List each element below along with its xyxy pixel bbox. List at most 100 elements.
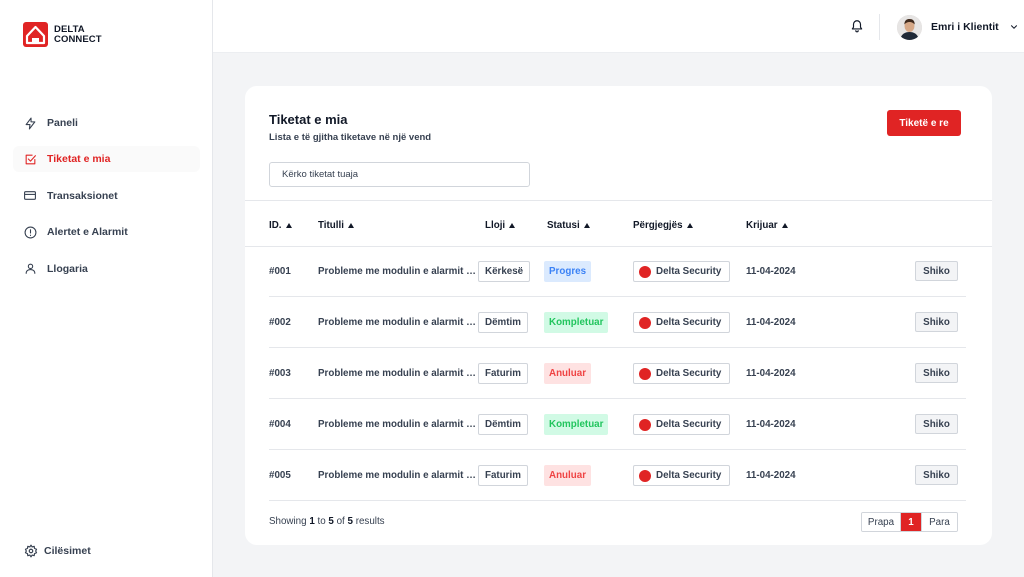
column-header-created[interactable]: Krijuar [746,220,788,231]
ticket-type: Faturim [478,465,528,486]
sort-up-icon [781,223,788,228]
pagination: Prapa 1 Para [861,512,958,532]
user-menu[interactable]: Emri i Klientit [897,14,1019,40]
page-number-current[interactable]: 1 [901,513,921,531]
status-badge: Kompletuar [544,414,609,435]
sidebar-item-label: Llogaria [47,262,88,275]
summary-to: 5 [328,516,334,527]
ticket-title-text: Probleme me modulin e alarmit të siguris… [318,317,476,328]
ticket-id: #004 [269,419,291,430]
sort-up-icon [686,223,693,228]
ticket-title: Probleme me modulin e alarmit të siguris… [318,246,476,297]
sidebar-item-label: Tiketat e mia [47,153,111,166]
delta-dot-icon [639,469,651,482]
responsible-badge: Delta Security [633,363,730,384]
ticket-type: Kërkesë [478,261,531,282]
created-date: 11-04-2024 [746,266,796,277]
summary-to-word: to [317,516,326,527]
column-header-status[interactable]: Statusi [547,220,590,231]
status-badge: Anuluar [544,363,592,384]
chevron-down-icon [1009,22,1019,32]
created-date: 11-04-2024 [746,470,796,481]
tickets-card: Tiketat e mia Lista e të gjitha tiketave… [245,86,992,545]
checkbox-icon [23,152,37,166]
delta-dot-icon [639,265,651,278]
ticket-id: #001 [269,266,291,277]
column-header-label: Statusi [547,220,580,231]
table-row: #001 Probleme me modulin e alarmit të si… [245,246,992,297]
view-ticket-button[interactable]: Shiko [915,312,958,332]
header-divider [245,200,992,201]
next-page-button[interactable]: Para [921,513,957,531]
alert-circle-icon [23,225,37,239]
column-header-id[interactable]: ID. [269,220,292,231]
delta-dot-icon [639,316,651,329]
summary-total: 5 [347,516,353,527]
column-header-label: Lloji [485,220,506,231]
results-summary: Showing 1 to 5 of 5 results [269,516,385,527]
sidebar-item-alertet[interactable]: Alertet e Alarmit [13,219,200,245]
brand-logo[interactable]: DELTA CONNECT [23,22,102,47]
column-header-responsible[interactable]: Përgjegjës [633,220,693,231]
sort-up-icon [285,223,292,228]
view-ticket-button[interactable]: Shiko [915,261,958,281]
ticket-id: #003 [269,368,291,379]
view-ticket-button[interactable]: Shiko [915,414,958,434]
status-badge: Progres [544,261,592,282]
table-row: #004 Probleme me modulin e alarmit të si… [245,399,992,450]
delta-dot-icon [639,418,651,431]
column-header-title[interactable]: Titulli [318,220,354,231]
sidebar-item-paneli[interactable]: Paneli [13,110,200,136]
summary-of-word: of [336,516,345,527]
sidebar-item-transaksionet[interactable]: Transaksionet [13,183,200,209]
view-ticket-button[interactable]: Shiko [915,465,958,485]
responsible-badge: Delta Security [633,414,730,435]
sidebar: DELTA CONNECT Paneli Tiketat e mia Trans… [0,0,213,577]
summary-results-word: results [355,516,385,527]
column-header-label: ID. [269,220,282,231]
ticket-type: Faturim [478,363,528,384]
ticket-title-text: Probleme me modulin e alarmit të siguris… [318,419,476,430]
new-ticket-button[interactable]: Tiketë e re [887,110,961,136]
sidebar-item-settings[interactable]: Cilësimet [24,544,91,558]
sort-up-icon [583,223,590,228]
sidebar-item-llogaria[interactable]: Llogaria [13,256,200,282]
topbar: Emri i Klientit [213,0,1024,53]
created-date: 11-04-2024 [746,419,796,430]
delta-logo-icon [23,22,48,47]
prev-page-button[interactable]: Prapa [862,513,901,531]
topbar-divider [879,14,880,40]
row-divider [269,500,966,501]
bolt-icon [23,116,37,130]
created-date: 11-04-2024 [746,368,796,379]
credit-card-icon [23,189,37,203]
summary-prefix: Showing [269,516,307,527]
responsible-name: Delta Security [656,317,722,328]
ticket-type: Dëmtim [478,312,528,333]
column-header-type[interactable]: Lloji [485,220,516,231]
table-row: #003 Probleme me modulin e alarmit të si… [245,348,992,399]
column-header-label: Krijuar [746,220,778,231]
responsible-name: Delta Security [656,368,722,379]
brand-line-1: DELTA [54,23,85,35]
table-row: #005 Probleme me modulin e alarmit të si… [245,450,992,501]
user-icon [23,262,37,276]
bell-icon[interactable] [850,19,864,33]
sidebar-item-label: Alertet e Alarmit [47,226,128,239]
sidebar-item-tiketat[interactable]: Tiketat e mia [13,146,200,173]
sidebar-item-label: Paneli [47,117,78,129]
sidebar-nav: Paneli Tiketat e mia Transaksionet Alert… [13,110,200,292]
view-ticket-button[interactable]: Shiko [915,363,958,383]
summary-from: 1 [309,516,315,527]
search-input[interactable] [269,162,530,187]
brand-line-2: CONNECT [54,33,102,45]
ticket-type: Dëmtim [478,414,528,435]
page-subtitle: Lista e të gjitha tiketave në një vend [269,132,432,143]
responsible-name: Delta Security [656,419,722,430]
ticket-title-text: Probleme me modulin e alarmit të siguris… [318,368,476,379]
status-badge: Kompletuar [544,312,609,333]
gear-icon [24,544,38,558]
created-date: 11-04-2024 [746,317,796,328]
status-badge: Anuluar [544,465,592,486]
table-row: #002 Probleme me modulin e alarmit të si… [245,297,992,348]
